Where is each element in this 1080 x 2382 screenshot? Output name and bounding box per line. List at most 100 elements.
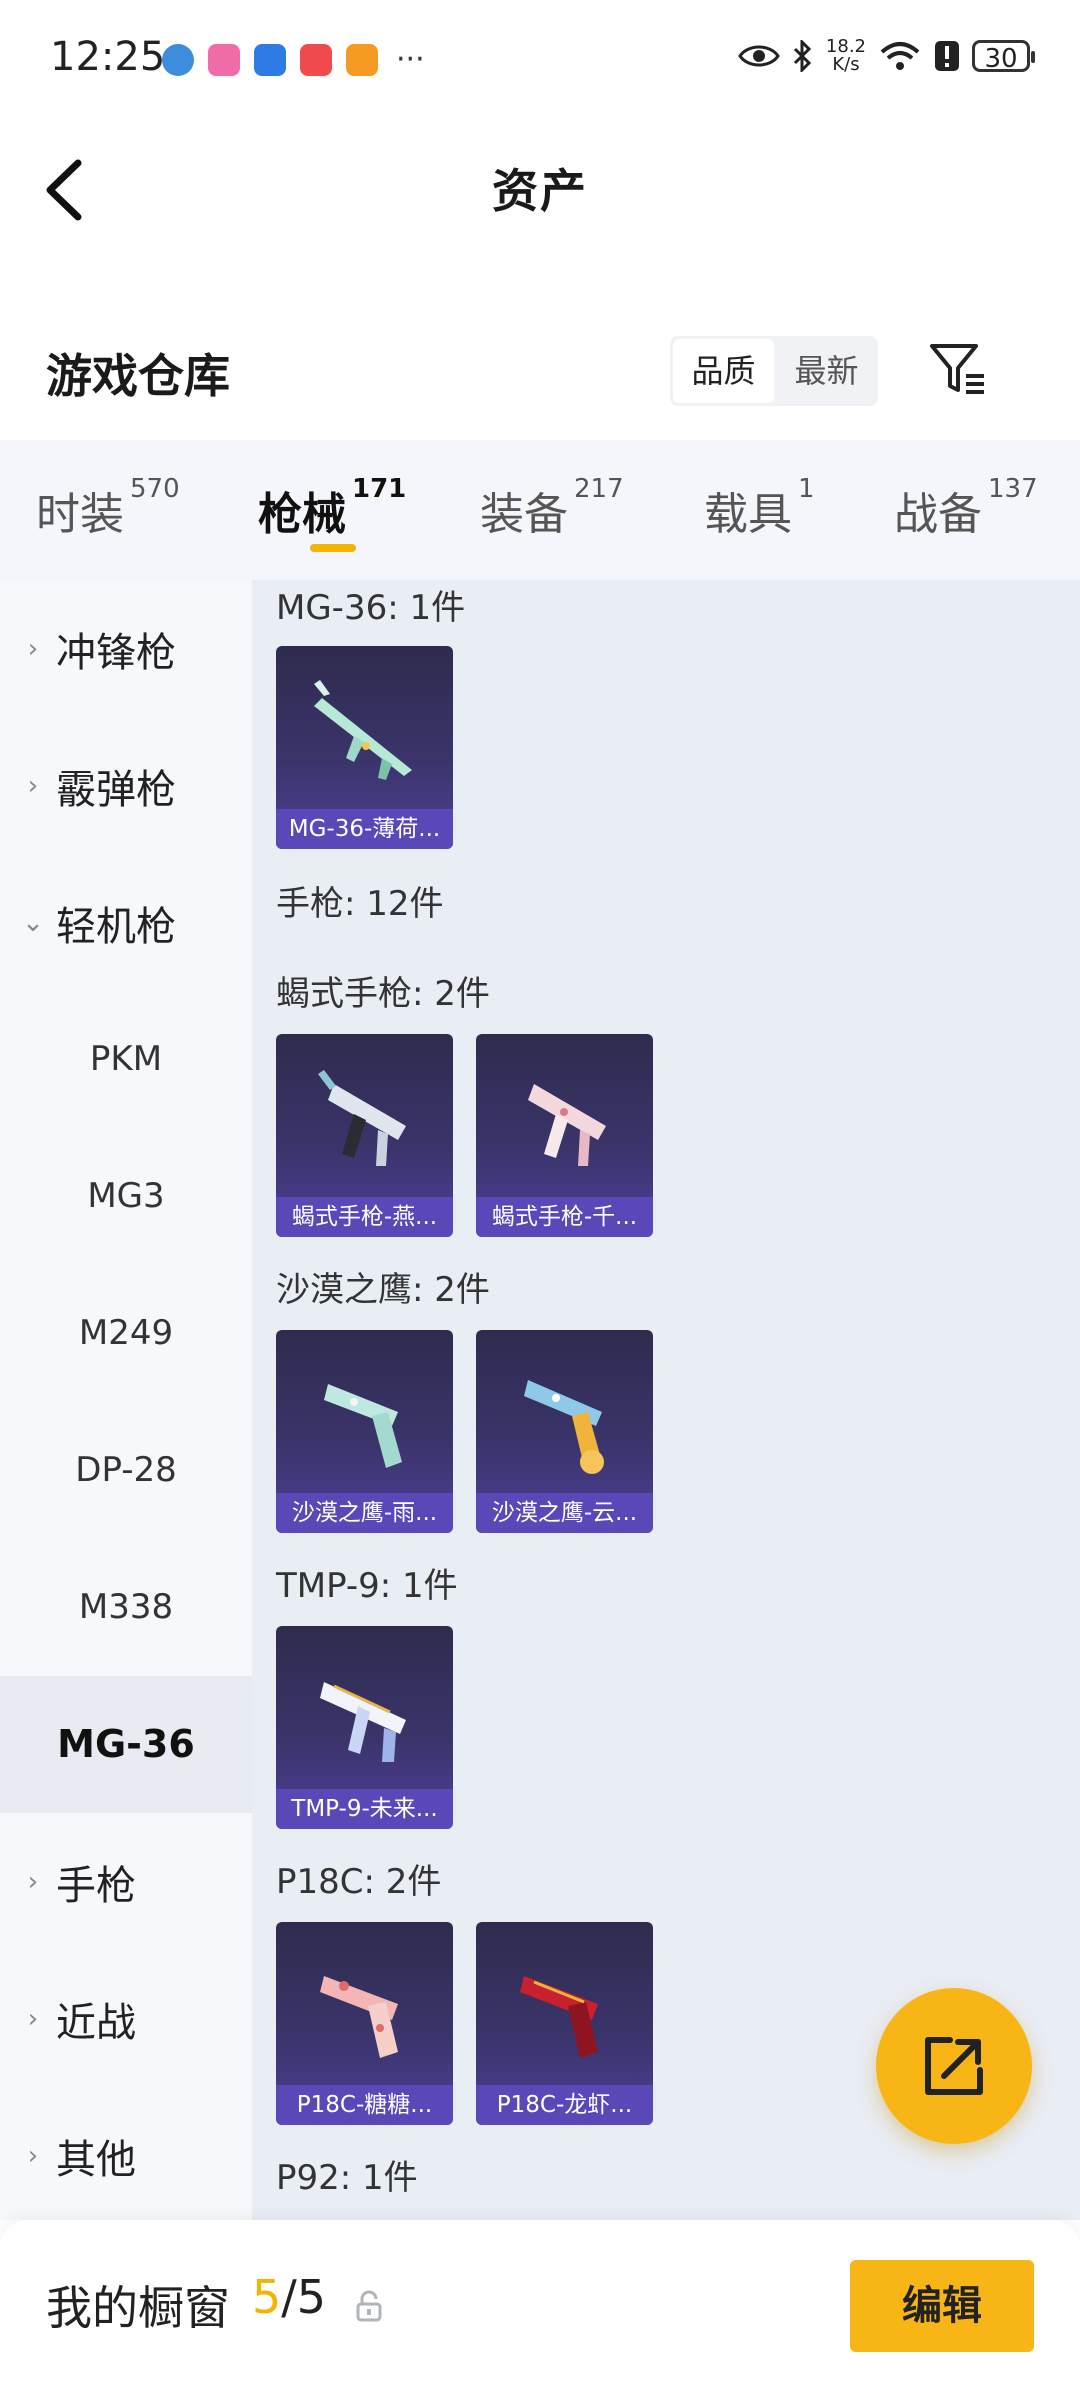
tab-vehicles[interactable]: 载具 1 <box>704 474 815 542</box>
pistol-icon <box>320 1682 406 1762</box>
showcase-count: 5/5 <box>252 2270 326 2324</box>
warehouse-title: 游戏仓库 <box>46 349 230 403</box>
item-card-label: 沙漠之鹰-云... <box>476 1493 653 1533</box>
sort-toggle: 品质 最新 <box>670 336 878 406</box>
item-card[interactable]: P18C-龙虾... <box>476 1922 653 2125</box>
item-card[interactable]: P18C-糖糖... <box>276 1922 453 2125</box>
edit-button[interactable]: 编辑 <box>850 2260 1034 2352</box>
group-label-tmp9: TMP-9: 1件 <box>276 1566 458 1606</box>
item-card[interactable]: TMP-9-未来... <box>276 1626 453 1829</box>
sidebar-subitem-mg36[interactable]: MG-36 <box>0 1676 252 1813</box>
status-indicators: 18.2 K/s 30 <box>738 38 1035 74</box>
sidebar-item-label: 冲锋枪 <box>56 629 176 676</box>
pistol-icon <box>520 1976 598 2058</box>
sidebar-item-lmg[interactable]: ⌄ 轻机枪 <box>0 854 252 991</box>
sidebar-item-other[interactable]: › 其他 <box>0 2087 252 2224</box>
sidebar-subitem-mg3[interactable]: MG3 <box>0 1128 252 1265</box>
pistol-icon <box>324 1384 402 1468</box>
showcase-current: 5 <box>252 2270 282 2324</box>
item-card-label: 蝎式手枪-千... <box>476 1197 653 1237</box>
sidebar-item-label: 手枪 <box>56 1862 136 1909</box>
pistol-icon <box>318 1070 406 1166</box>
group-label-mg36: MG-36: 1件 <box>276 588 466 628</box>
pistol-icon <box>524 1380 604 1474</box>
tab-equipment[interactable]: 装备 217 <box>480 474 624 542</box>
share-icon <box>925 2037 983 2095</box>
weapon-category-sidebar: › 冲锋枪 › 霰弹枪 ⌄ 轻机枪 PKM MG3 M249 DP-28 M338 M… <box>0 580 252 2220</box>
sidebar-subitem-m338[interactable]: M338 <box>0 1539 252 1676</box>
tab-count: 570 <box>130 474 180 504</box>
net-speed-unit: K/s <box>832 54 860 75</box>
rifle-icon <box>314 680 412 780</box>
sidebar-item-label: 其他 <box>56 2136 136 2183</box>
sidebar-item-label: 近战 <box>56 1999 136 2046</box>
sort-quality-option[interactable]: 品质 <box>673 339 774 403</box>
tab-supplies[interactable]: 战备 137 <box>894 474 1038 542</box>
pistol-icon <box>528 1084 606 1166</box>
item-card[interactable]: 沙漠之鹰-云... <box>476 1330 653 1533</box>
alert-icon <box>935 41 959 71</box>
chevron-right-icon: › <box>27 1866 39 1897</box>
bluetooth-icon <box>793 40 812 72</box>
filter-icon[interactable] <box>928 340 988 400</box>
wifi-icon <box>880 42 920 70</box>
sidebar-item-label: 轻机枪 <box>56 903 176 950</box>
header: 资产 <box>0 125 1080 255</box>
tab-count: 217 <box>574 474 624 504</box>
status-bar: 12:25 ··· 18.2 K/s 30 <box>0 0 1080 125</box>
sidebar-subitem-m249[interactable]: M249 <box>0 1265 252 1402</box>
notification-icons: ··· <box>162 44 425 76</box>
showcase-bar: 我的橱窗 5/5 编辑 <box>0 2220 1080 2382</box>
item-grid: MG-36: 1件 MG-36-薄荷... 手枪: 12件 蝎式手枪: 2件 蝎… <box>252 580 1080 2220</box>
chevron-right-icon: › <box>27 633 39 664</box>
tab-count: 137 <box>988 474 1038 504</box>
tab-count: 171 <box>352 474 407 504</box>
warehouse-header: 游戏仓库 品质 最新 <box>0 300 1080 440</box>
item-card[interactable]: 蝎式手枪-燕... <box>276 1034 453 1237</box>
net-speed: 18.2 K/s <box>826 38 866 74</box>
group-label-desert-eagle: 沙漠之鹰: 2件 <box>276 1270 490 1310</box>
shopping-icon <box>300 44 332 76</box>
item-card-label: TMP-9-未来... <box>276 1789 453 1829</box>
showcase-max: 5 <box>296 2270 327 2324</box>
tab-label: 时装 <box>36 489 124 540</box>
tab-fashion[interactable]: 时装 570 <box>36 474 180 542</box>
tab-label: 装备 <box>480 489 568 540</box>
chevron-right-icon: › <box>27 2003 39 2034</box>
tab-label: 载具 <box>704 489 792 540</box>
group-label-p92: P92: 1件 <box>276 2158 418 2198</box>
chevron-right-icon: › <box>27 770 39 801</box>
group-label-pistol: 手枪: 12件 <box>276 884 444 924</box>
sidebar-item-smg[interactable]: › 冲锋枪 <box>0 580 252 717</box>
sidebar-subitem-pkm[interactable]: PKM <box>0 991 252 1128</box>
bluetooth-app-icon <box>254 44 286 76</box>
tab-label: 枪械 <box>258 489 346 540</box>
active-tab-indicator <box>310 544 356 552</box>
chevron-right-icon: › <box>27 2140 39 2171</box>
sidebar-item-melee[interactable]: › 近战 <box>0 1950 252 2087</box>
share-button[interactable] <box>876 1988 1032 2144</box>
browser-icon <box>162 44 194 76</box>
sidebar-subitem-dp28[interactable]: DP-28 <box>0 1402 252 1539</box>
sidebar-item-shotgun[interactable]: › 霰弹枪 <box>0 717 252 854</box>
item-card[interactable]: 沙漠之鹰-雨... <box>276 1330 453 1533</box>
item-card-label: P18C-龙虾... <box>476 2085 653 2125</box>
tab-count: 1 <box>798 474 815 504</box>
battery-icon: 30 <box>972 40 1035 74</box>
category-tabs: 时装 570 枪械 171 装备 217 载具 1 战备 137 <box>0 440 1080 580</box>
showcase-label: 我的橱窗 <box>46 2281 230 2335</box>
game-center-icon <box>346 44 378 76</box>
bilibili-icon <box>208 44 240 76</box>
sidebar-item-pistol[interactable]: › 手枪 <box>0 1813 252 1950</box>
item-card[interactable]: 蝎式手枪-千... <box>476 1034 653 1237</box>
item-card[interactable]: MG-36-薄荷... <box>276 646 453 849</box>
pistol-icon <box>320 1976 398 2058</box>
sort-latest-option[interactable]: 最新 <box>776 337 877 405</box>
item-card-label: 蝎式手枪-燕... <box>276 1197 453 1237</box>
item-card-label: MG-36-薄荷... <box>276 809 453 849</box>
more-notifications-icon: ··· <box>396 42 425 77</box>
page-title: 资产 <box>492 164 588 218</box>
item-card-label: P18C-糖糖... <box>276 2085 453 2125</box>
tab-firearms[interactable]: 枪械 171 <box>258 474 406 542</box>
tab-label: 战备 <box>894 489 982 540</box>
